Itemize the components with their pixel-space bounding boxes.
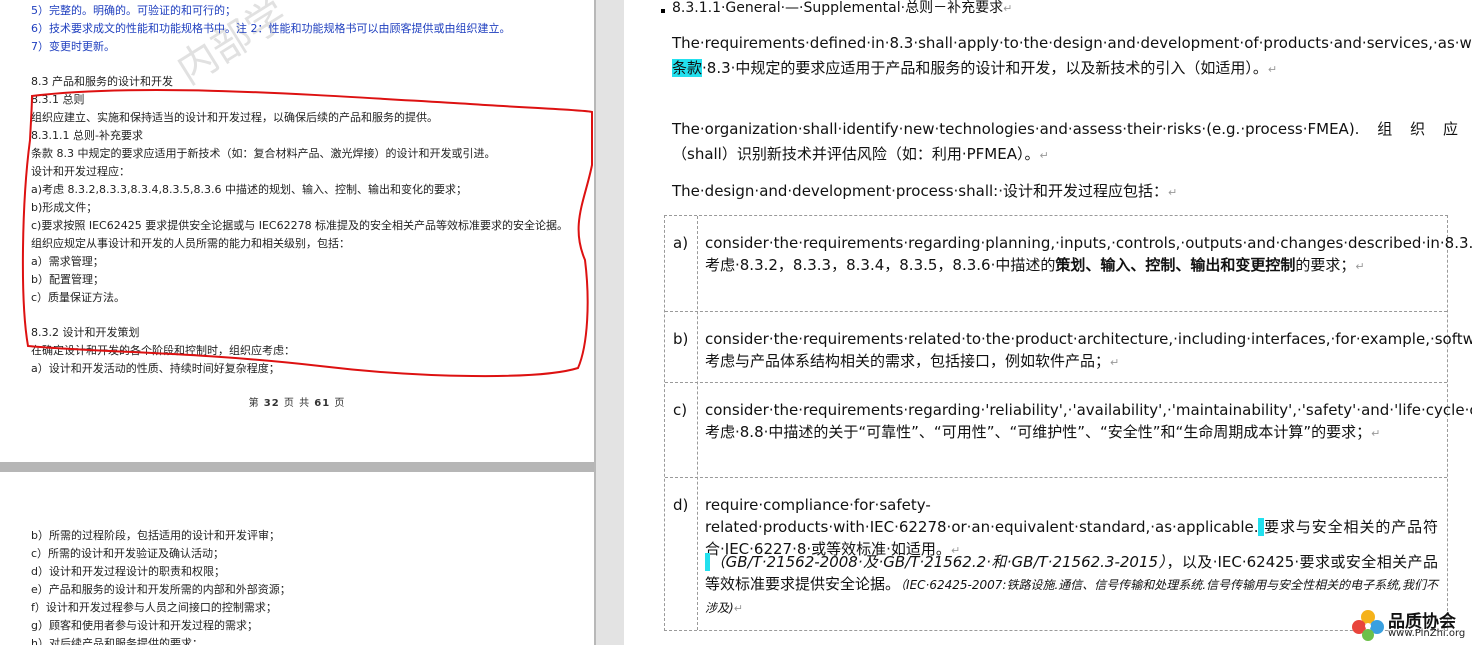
- requirements-table: a) consider·the·requirements·regarding·p…: [664, 215, 1472, 631]
- paragraph: The·requirements·defined·in·8.3·shall·ap…: [672, 34, 1472, 77]
- item-label: c): [673, 401, 688, 419]
- left-line: e）产品和服务的设计和开发所需的内部和外部资源；: [31, 583, 291, 596]
- page-break-divider: [0, 462, 594, 472]
- item-text: consider·the·requirements·regarding·plan…: [705, 234, 1472, 274]
- item-label: d): [673, 496, 689, 514]
- item-text: consider·the·requirements·related·to·the…: [705, 330, 1472, 370]
- paragraph: The·design·and·development·process·shall…: [672, 182, 1178, 200]
- table-row: c) consider·the·requirements·regarding·'…: [665, 382, 1472, 478]
- item-text: consider·the·requirements·regarding·'rel…: [705, 401, 1472, 441]
- clause-heading: 8.3.1.1·General·—·Supplemental·总则－补充要求↵: [661, 0, 1012, 17]
- item-label: a): [673, 234, 689, 252]
- left-line: b）所需的过程阶段，包括适用的设计和开发评审；: [31, 529, 280, 542]
- item-label: b): [673, 330, 689, 348]
- left-document-page: 内部学 5）完整的。明确的。可验证的和可行的； 6）技术要求成文的性能和功能规格…: [0, 0, 594, 645]
- page-edge: [594, 0, 596, 645]
- left-line: c）所需的设计和开发验证及确认活动；: [31, 547, 225, 560]
- site-logo: 品质协会 www.PinZhi.org: [1350, 606, 1470, 642]
- right-document-page: 8.3.1.1·General·—·Supplemental·总则－补充要求↵ …: [624, 0, 1472, 645]
- table-row: a) consider·the·requirements·regarding·p…: [665, 216, 1472, 311]
- table-row: b) consider·the·requirements·related·to·…: [665, 311, 1472, 383]
- paragraph: The·organization·shall·identify·new·tech…: [672, 120, 1458, 163]
- left-line: h）对后续产品和服务提供的要求；: [31, 637, 203, 645]
- left-line: f）设计和开发过程参与人员之间接口的控制需求；: [31, 601, 277, 614]
- highlighted-text: 条款: [672, 59, 703, 77]
- item-note: （GB/T·21562-2008·及·GB/T·21562.2·和·GB/T·2…: [705, 553, 1438, 615]
- logo-url: www.PinZhi.org: [1388, 628, 1466, 639]
- left-line: g）顾客和使用者参与设计和开发过程的需求；: [31, 619, 258, 632]
- flower-icon: [1352, 610, 1384, 641]
- red-annotation-outline: [21, 89, 593, 378]
- table-row: d) require·compliance·for·safety-related…: [665, 477, 1447, 631]
- page-gap: [594, 0, 624, 645]
- heading-bullet: [661, 9, 665, 13]
- left-line: d）设计和开发过程设计的职责和权限；: [31, 565, 225, 578]
